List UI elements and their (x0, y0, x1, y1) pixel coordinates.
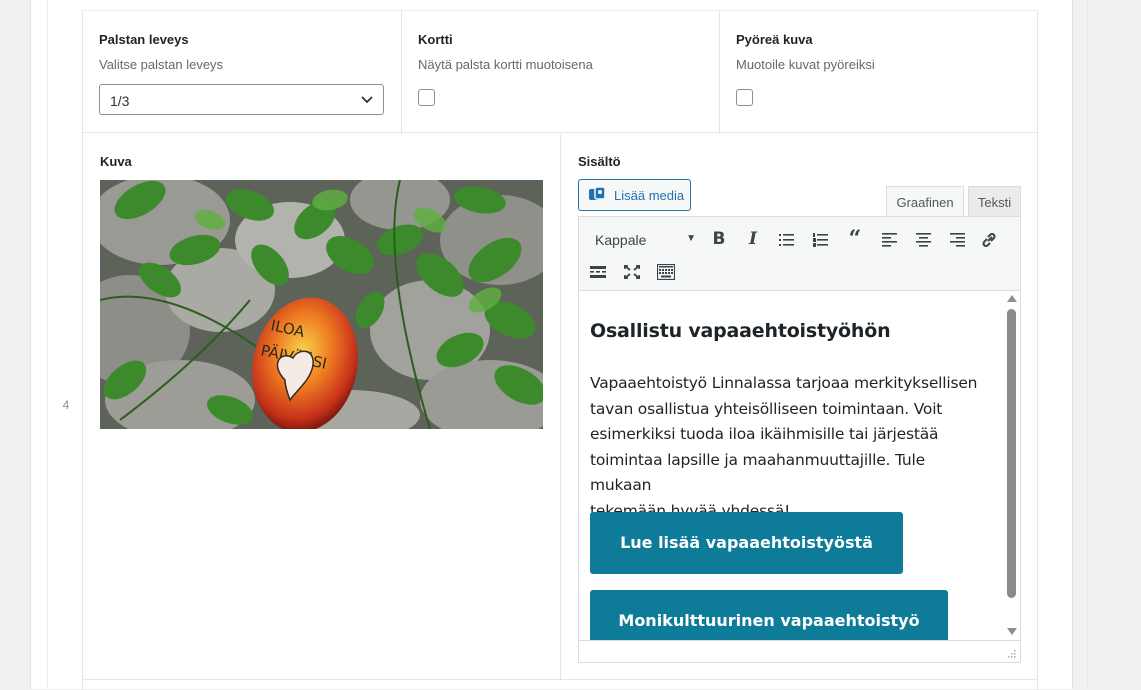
scroll-up-icon[interactable] (1007, 295, 1017, 302)
column-settings-row: Palstan leveys Valitse palstan leveys 1/… (83, 10, 1038, 134)
column-width-setting: Palstan leveys Valitse palstan leveys 1/… (83, 11, 401, 134)
resize-handle-icon[interactable] (1007, 649, 1016, 658)
column-width-value: 1/3 (110, 93, 130, 109)
paragraph-line: toimintaa lapsille ja maahanmuuttajille.… (590, 450, 925, 495)
read-more-volunteer-button[interactable]: Lue lisää vapaaehtoistyöstä (590, 512, 903, 574)
card-setting: Kortti Näytä palsta kortti muotoisena (401, 11, 719, 134)
row-frame-line (47, 0, 48, 689)
media-icon (589, 187, 606, 200)
card-checkbox[interactable] (418, 89, 435, 106)
bold-icon[interactable]: B (705, 225, 733, 253)
column-width-select[interactable]: 1/3 (99, 84, 384, 115)
scroll-thumb[interactable] (1007, 309, 1016, 598)
round-image-checkbox[interactable] (736, 89, 753, 106)
dropdown-arrow-icon: ▼ (686, 233, 696, 244)
round-image-label: Pyöreä kuva (736, 32, 813, 47)
right-gutter (1072, 0, 1073, 689)
add-media-label: Lisää media (614, 188, 685, 203)
paragraph-line: Vapaaehtoistyö Linnalassa tarjoaa merkit… (590, 374, 978, 392)
editor-statusbar (578, 641, 1021, 663)
align-left-icon[interactable] (875, 225, 903, 253)
toolbar-toggle-icon[interactable] (652, 257, 680, 285)
editor-paragraph: Vapaaehtoistyö Linnalassa tarjoaa merkit… (590, 371, 990, 524)
tab-text[interactable]: Teksti (968, 186, 1021, 216)
round-image-setting: Pyöreä kuva Muotoile kuvat pyöreiksi (719, 11, 1038, 134)
scroll-down-icon[interactable] (1007, 628, 1017, 635)
format-select[interactable]: Kappale ▼ (587, 227, 702, 253)
image-field: Kuva ILOA (83, 134, 560, 680)
stone-photo: ILOA PÄIVÄÄSI (100, 180, 543, 429)
paragraph-line: esimerkiksi tuoda iloa ikäihmisille tai … (590, 425, 939, 443)
round-image-description: Muotoile kuvat pyöreiksi (736, 57, 875, 72)
numbered-list-icon[interactable] (807, 225, 835, 253)
column-width-description: Valitse palstan leveys (99, 57, 224, 72)
link-icon[interactable] (975, 225, 1003, 253)
align-center-icon[interactable] (909, 225, 937, 253)
fullscreen-icon[interactable] (618, 257, 646, 285)
blockquote-icon[interactable]: “ (841, 225, 869, 253)
chevron-down-icon (361, 96, 373, 104)
right-sidebar-area (1087, 0, 1141, 689)
add-media-button[interactable]: Lisää media (578, 179, 691, 211)
editor-scrollbar[interactable] (1003, 291, 1020, 640)
format-select-value: Kappale (595, 232, 647, 248)
editor-heading: Osallistu vapaaehtoistyöhön (590, 320, 891, 342)
italic-icon[interactable]: I (739, 225, 767, 253)
card-description: Näytä palsta kortti muotoisena (418, 57, 593, 72)
editor-content-area[interactable]: Osallistu vapaaehtoistyöhön Vapaaehtoist… (578, 290, 1021, 641)
row-number[interactable]: 4 (56, 398, 76, 412)
read-more-icon[interactable] (584, 257, 612, 285)
bullet-list-icon[interactable] (773, 225, 801, 253)
align-right-icon[interactable] (943, 225, 971, 253)
content-label: Sisältö (578, 154, 621, 169)
column-content-row: Kuva ILOA Sisältö Lisää media Graafinen … (83, 134, 1038, 680)
content-field: Sisältö Lisää media Graafinen Teksti Kap… (560, 134, 1038, 680)
multicultural-volunteer-button[interactable]: Monikulttuurinen vapaaehtoistyö (590, 590, 948, 640)
image-label: Kuva (100, 154, 132, 169)
tab-visual[interactable]: Graafinen (886, 186, 964, 216)
column-width-label: Palstan leveys (99, 32, 189, 47)
paragraph-line: tavan osallistua yhteisölliseen toiminta… (590, 399, 943, 418)
selected-image[interactable]: ILOA PÄIVÄÄSI (100, 180, 543, 429)
editor-toolbar: Kappale ▼ B I “ (578, 216, 1021, 290)
column-fields-grid: Palstan leveys Valitse palstan leveys 1/… (82, 10, 1038, 690)
card-label: Kortti (418, 32, 453, 47)
